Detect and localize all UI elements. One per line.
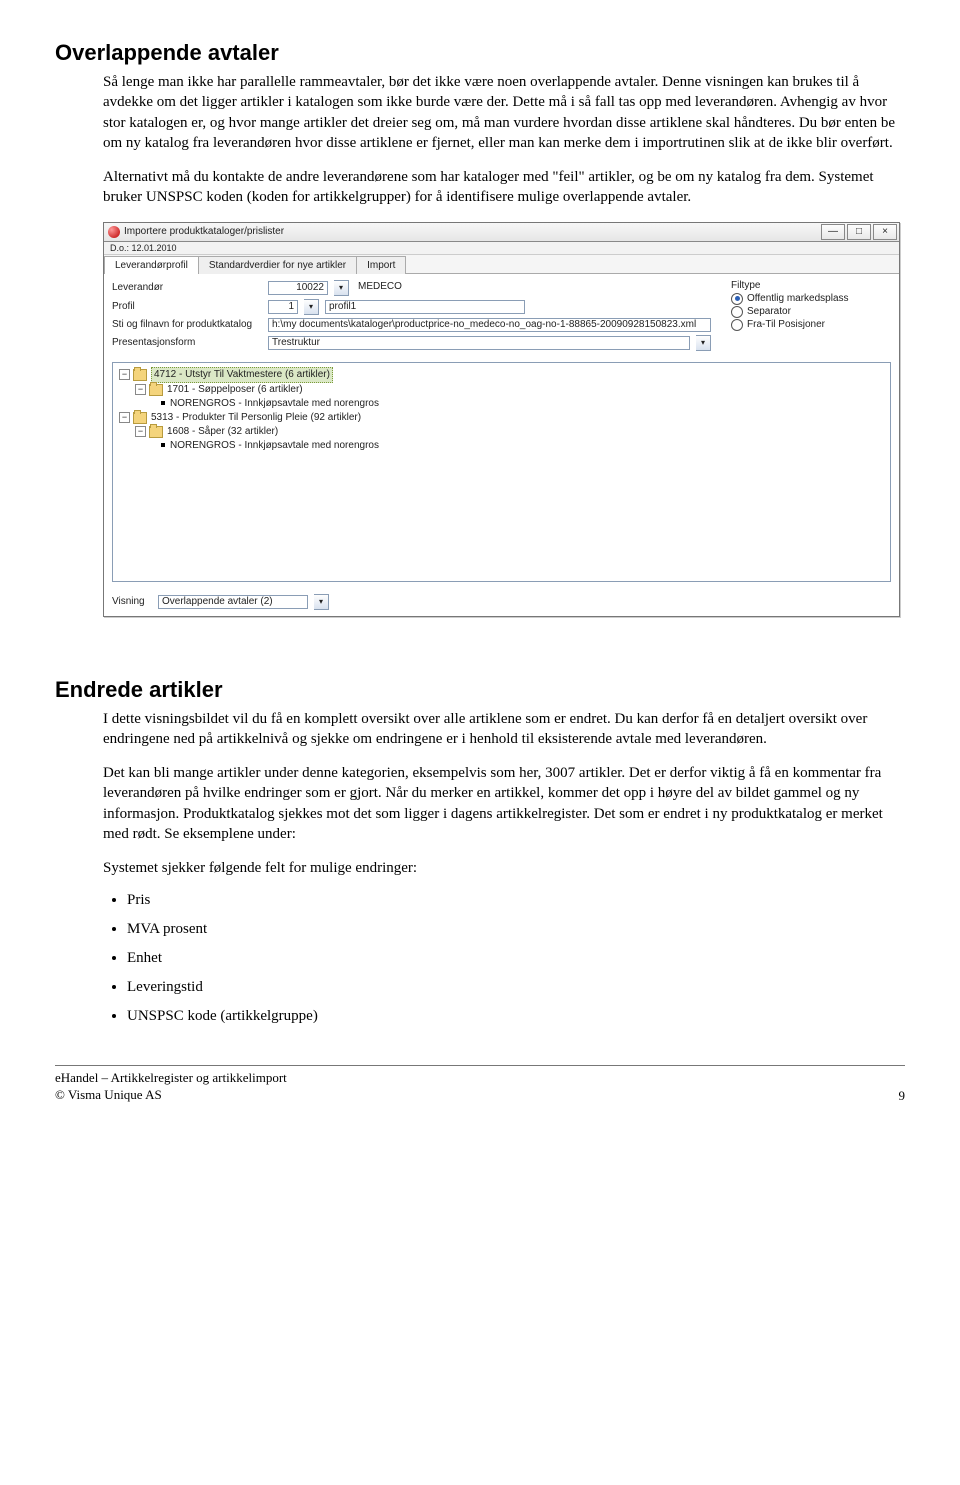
label-pres: Presentasjonsform [112, 337, 262, 348]
section1-para1: Så lenge man ikke har parallelle rammeav… [103, 72, 905, 153]
folder-icon [149, 384, 163, 396]
app-icon [108, 226, 120, 238]
list-item: Leveringstid [127, 979, 905, 996]
visning-dropdown-icon[interactable]: ▾ [314, 594, 329, 610]
tree-collapse-icon[interactable]: − [135, 426, 146, 437]
profil-code-field[interactable]: 1 [268, 300, 298, 314]
tree-leaf-norengros-1[interactable]: NORENGROS - Innkjøpsavtale med norengros [170, 397, 379, 411]
change-fields-list: Pris MVA prosent Enhet Leveringstid UNSP… [103, 892, 905, 1025]
profil-name-field[interactable]: profil1 [325, 300, 525, 314]
list-item: Enhet [127, 950, 905, 967]
folder-icon [133, 369, 147, 381]
tree-leaf-icon [161, 401, 165, 405]
section2-para3: Systemet sjekker følgende felt for mulig… [103, 858, 905, 878]
tree-node-1608[interactable]: 1608 - Såper (32 artikler) [167, 425, 278, 439]
radio-dot-icon [731, 306, 743, 318]
tree-collapse-icon[interactable]: − [135, 384, 146, 395]
list-item: Pris [127, 892, 905, 909]
section2-para2: Det kan bli mange artikler under denne k… [103, 763, 905, 844]
radio-label-0: Offentlig markedsplass [747, 293, 849, 304]
section2-body: I dette visningsbildet vil du få en komp… [103, 709, 905, 879]
tree-collapse-icon[interactable]: − [119, 412, 130, 423]
tab-import[interactable]: Import [356, 256, 406, 274]
heading-endrede: Endrede artikler [55, 677, 905, 703]
tree-leaf-norengros-2[interactable]: NORENGROS - Innkjøpsavtale med norengros [170, 439, 379, 453]
label-visning: Visning [112, 596, 152, 607]
list-item: UNSPSC kode (artikkelgruppe) [127, 1008, 905, 1025]
radio-separator[interactable]: Separator [731, 306, 891, 318]
page-number: 9 [899, 1088, 906, 1104]
tree-view[interactable]: − 4712 - Utstyr Til Vaktmestere (6 artik… [112, 362, 891, 582]
section1-body: Så lenge man ikke har parallelle rammeav… [103, 72, 905, 208]
maximize-button[interactable]: □ [847, 224, 871, 240]
profil-dropdown-icon[interactable]: ▾ [304, 299, 319, 315]
close-button[interactable]: × [873, 224, 897, 240]
radio-offentlig[interactable]: Offentlig markedsplass [731, 293, 891, 305]
folder-icon [149, 426, 163, 438]
title-bar: Importere produktkataloger/prislister — … [104, 223, 899, 242]
radio-fratilpos[interactable]: Fra-Til Posisjoner [731, 319, 891, 331]
label-leverandor: Leverandør [112, 282, 262, 293]
list-item: MVA prosent [127, 921, 905, 938]
footer-line1: eHandel – Artikkelregister og artikkelim… [55, 1070, 287, 1087]
presentation-field[interactable]: Trestruktur [268, 336, 690, 350]
date-strip: D.o.: 12.01.2010 [104, 242, 899, 255]
tree-node-1701[interactable]: 1701 - Søppelposer (6 artikler) [167, 383, 303, 397]
leverandor-name: MEDECO [355, 281, 711, 295]
radio-dot-icon [731, 319, 743, 331]
heading-overlappende: Overlappende avtaler [55, 40, 905, 66]
visning-field[interactable]: Overlappende avtaler (2) [158, 595, 308, 609]
minimize-button[interactable]: — [821, 224, 845, 240]
tab-row: Leverandørprofil Standardverdier for nye… [104, 255, 899, 274]
section2-para1: I dette visningsbildet vil du få en komp… [103, 709, 905, 750]
tree-collapse-icon[interactable]: − [119, 369, 130, 380]
label-sti: Sti og filnavn for produktkatalog [112, 319, 262, 330]
tree-node-5313[interactable]: 5313 - Produkter Til Personlig Pleie (92… [151, 411, 361, 425]
tab-leverandorprofil[interactable]: Leverandørprofil [104, 256, 199, 274]
folder-icon [133, 412, 147, 424]
page-footer: eHandel – Artikkelregister og artikkelim… [55, 1065, 905, 1104]
radio-label-1: Separator [747, 306, 791, 317]
radio-dot-icon [731, 293, 743, 305]
tree-leaf-icon [161, 443, 165, 447]
label-profil: Profil [112, 301, 262, 312]
presentation-dropdown-icon[interactable]: ▾ [696, 335, 711, 351]
radio-label-2: Fra-Til Posisjoner [747, 319, 825, 330]
leverandor-code-field[interactable]: 10022 [268, 281, 328, 295]
footer-line2: © Visma Unique AS [55, 1087, 287, 1104]
window-title: Importere produktkataloger/prislister [124, 226, 284, 237]
import-dialog: Importere produktkataloger/prislister — … [103, 222, 900, 617]
filepath-field[interactable]: h:\my documents\kataloger\productprice-n… [268, 318, 711, 332]
tab-standardverdier[interactable]: Standardverdier for nye artikler [198, 256, 357, 274]
tree-node-4712[interactable]: 4712 - Utstyr Til Vaktmestere (6 artikle… [151, 367, 333, 383]
section1-para2: Alternativt må du kontakte de andre leve… [103, 167, 905, 208]
filetype-title: Filtype [731, 280, 891, 291]
leverandor-dropdown-icon[interactable]: ▾ [334, 280, 349, 296]
form-area: Leverandør 10022 ▾ MEDECO Profil 1 ▾ pro… [104, 274, 899, 358]
